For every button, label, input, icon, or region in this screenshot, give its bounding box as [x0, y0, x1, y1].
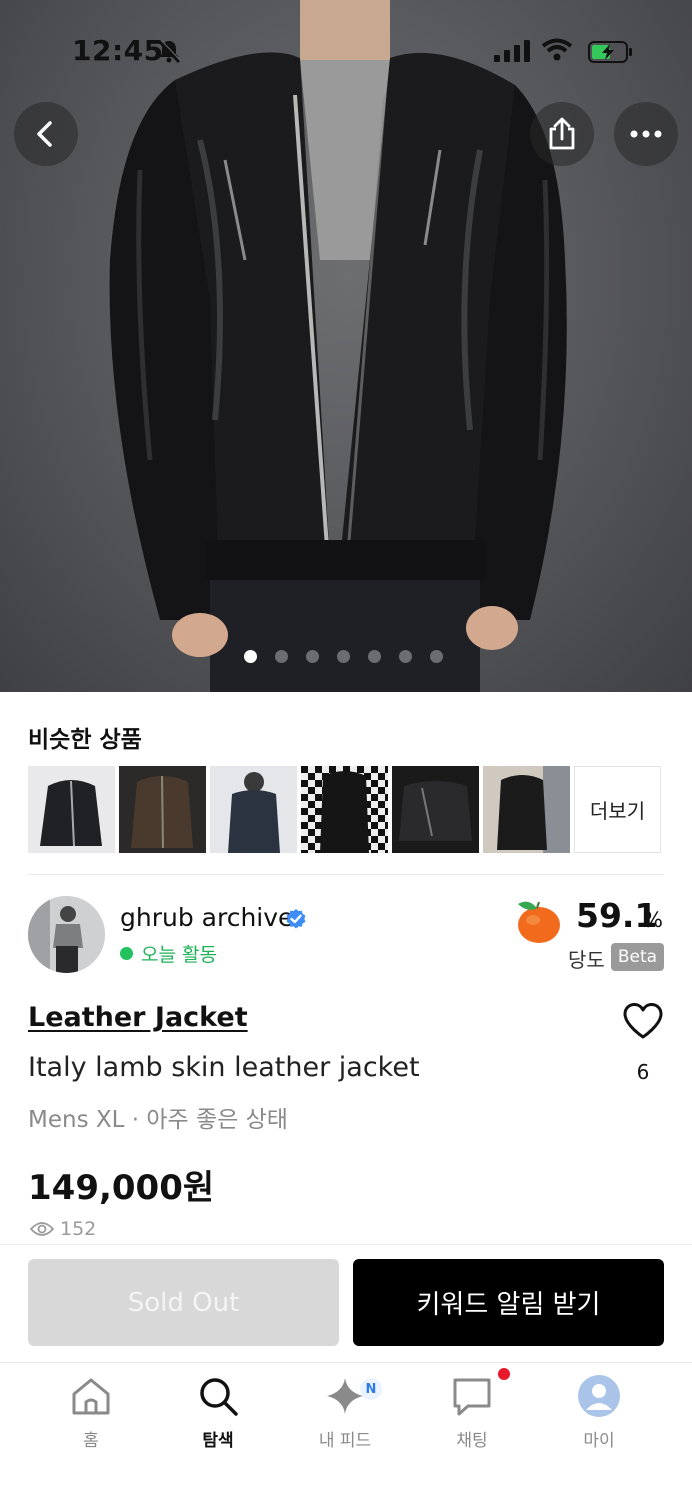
share-button[interactable] — [530, 102, 594, 166]
sweetness-score-unit: % — [643, 908, 663, 932]
home-icon — [72, 1378, 110, 1415]
tab-chat-label: 채팅 — [456, 1431, 488, 1451]
more-options-button[interactable] — [614, 102, 678, 166]
seller-activity: 오늘 활동 — [120, 940, 217, 967]
status-bar: 12:45 — [0, 0, 692, 100]
carousel-dot[interactable] — [368, 650, 381, 663]
view-count-value: 152 — [60, 1218, 97, 1240]
tab-my-label: 마이 — [583, 1431, 615, 1451]
chat-icon — [453, 1378, 491, 1416]
keyword-alert-button[interactable]: 키워드 알림 받기 — [353, 1259, 664, 1346]
sweetness-label: 당도 — [568, 948, 605, 972]
battery-charging-icon — [588, 41, 632, 63]
product-price: 149,000원 — [28, 1168, 215, 1208]
carousel-page-indicator — [244, 650, 443, 663]
product-meta: Mens XL · 아주 좋은 상태 — [28, 1107, 288, 1133]
tab-home[interactable]: 홈 — [41, 1374, 141, 1451]
carousel-dot[interactable] — [275, 650, 288, 663]
verified-badge-icon — [286, 909, 306, 929]
similar-more-button[interactable]: 더보기 — [574, 766, 661, 853]
similar-product-thumbnail[interactable] — [483, 766, 570, 853]
like-count: 6 — [636, 1060, 650, 1084]
beta-badge: Beta — [611, 943, 664, 971]
status-time: 12:45 — [72, 34, 164, 67]
search-icon — [200, 1378, 238, 1416]
similar-products-list: 더보기 — [28, 766, 661, 853]
profile-icon — [578, 1375, 620, 1417]
like-heart-icon[interactable] — [622, 1002, 664, 1040]
seller-avatar[interactable] — [28, 896, 105, 973]
sold-out-button[interactable]: Sold Out — [28, 1259, 339, 1346]
active-status-dot — [120, 947, 133, 960]
tab-search-label: 탐색 — [202, 1431, 234, 1451]
eye-icon — [30, 1222, 54, 1236]
peach-icon — [518, 901, 560, 943]
carousel-dot[interactable] — [430, 650, 443, 663]
more-dots-icon — [630, 130, 662, 138]
share-icon — [549, 117, 575, 150]
carousel-dot[interactable] — [306, 650, 319, 663]
tab-chat[interactable]: 채팅 — [422, 1368, 522, 1451]
sparkle-icon — [327, 1378, 363, 1414]
section-divider — [28, 874, 664, 875]
view-count: 152 — [30, 1218, 96, 1240]
tab-feed-label: 내 피드 — [318, 1431, 372, 1451]
back-button[interactable] — [14, 102, 78, 166]
similar-product-thumbnail[interactable] — [210, 766, 297, 853]
carousel-dot[interactable] — [244, 650, 257, 663]
product-photo — [109, 0, 567, 692]
wifi-icon — [541, 38, 573, 61]
similar-products-title: 비슷한 상품 — [28, 727, 142, 753]
silent-bell-icon — [157, 39, 182, 64]
tab-feed[interactable]: N 내 피드 — [295, 1374, 395, 1451]
similar-product-thumbnail[interactable] — [392, 766, 479, 853]
similar-product-thumbnail[interactable] — [301, 766, 388, 853]
tab-my[interactable]: 마이 — [549, 1374, 649, 1451]
tab-home-label: 홈 — [83, 1431, 99, 1451]
carousel-dot[interactable] — [337, 650, 350, 663]
similar-product-thumbnail[interactable] — [119, 766, 206, 853]
unread-dot — [498, 1368, 510, 1380]
tab-search[interactable]: 탐색 — [168, 1374, 268, 1451]
cellular-signal-icon — [494, 40, 530, 62]
product-brand-link[interactable]: Leather Jacket — [28, 1002, 248, 1033]
seller-name[interactable]: ghrub archive — [120, 903, 293, 932]
chevron-left-icon — [37, 121, 52, 147]
seller-activity-label: 오늘 활동 — [141, 944, 217, 966]
carousel-dot[interactable] — [399, 650, 412, 663]
new-badge: N — [360, 1378, 382, 1400]
product-title: Italy lamb skin leather jacket — [28, 1052, 420, 1083]
product-image-carousel[interactable]: 12:45 — [0, 0, 692, 692]
similar-product-thumbnail[interactable] — [28, 766, 115, 853]
